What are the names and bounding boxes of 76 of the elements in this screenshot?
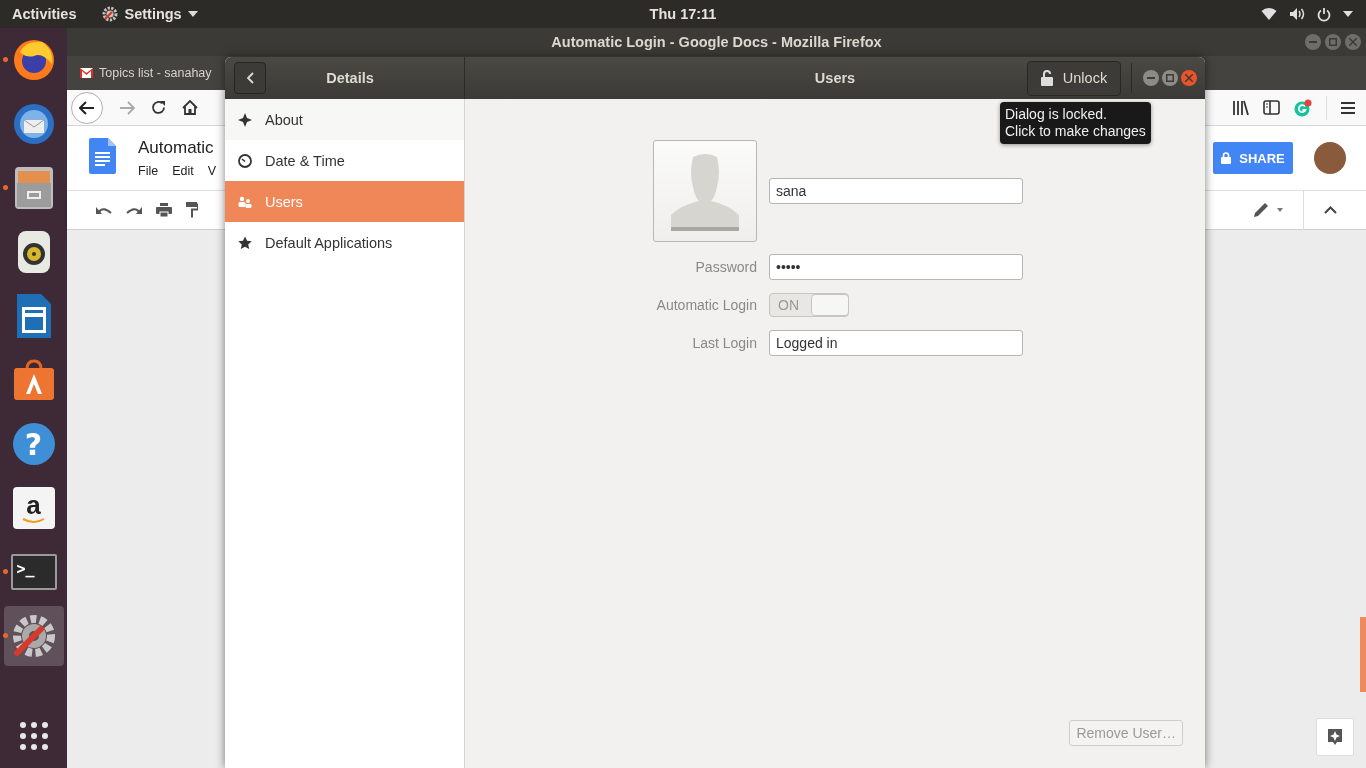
help-icon: ? — [12, 423, 55, 465]
text-field[interactable]: Logged in — [769, 330, 1023, 356]
paint-roller-icon[interactable] — [186, 202, 198, 218]
dock-item[interactable]: >_ — [3, 542, 64, 602]
gear-icon — [102, 6, 119, 22]
field-label: Password — [695, 259, 757, 275]
explore-button[interactable] — [1316, 718, 1354, 756]
document-icon[interactable] — [89, 138, 116, 174]
fox-globe-icon — [11, 38, 56, 82]
dock-item[interactable]: a — [3, 478, 64, 538]
sparkle-icon — [1327, 728, 1343, 746]
user-name-field[interactable]: sana — [769, 177, 1023, 204]
field-label: Automatic Login — [656, 297, 757, 313]
close-button[interactable] — [1181, 70, 1197, 86]
back-arrow-icon — [79, 100, 95, 115]
tooltip: Dialog is locked. Click to make changes — [1000, 102, 1151, 144]
back-button[interactable] — [234, 62, 266, 94]
chevron-up-icon[interactable] — [1324, 206, 1337, 214]
browser-tab[interactable]: Topics list - sanahay — [67, 66, 212, 80]
minimize-icon — [1147, 77, 1155, 79]
lock-icon — [1221, 152, 1232, 164]
chevron-left-icon — [246, 72, 254, 84]
speaker-icon — [16, 230, 51, 274]
panel-title: Details — [325, 70, 375, 86]
activities-button[interactable]: Activities — [6, 4, 83, 24]
redo-icon[interactable] — [126, 205, 142, 215]
sparkle-icon — [238, 112, 252, 127]
clock-icon — [238, 153, 252, 168]
app-menu[interactable]: Settings — [96, 4, 204, 24]
menu-item[interactable]: Edit — [172, 164, 194, 178]
document-icon — [15, 293, 52, 339]
dialog-title: Users — [814, 70, 856, 86]
gear-wrench-icon — [10, 613, 57, 659]
app-grid-icon[interactable] — [18, 721, 49, 751]
star-icon — [238, 235, 252, 250]
reload-icon[interactable] — [151, 100, 166, 115]
undo-icon[interactable] — [96, 205, 112, 215]
minimize-icon — [1309, 41, 1317, 43]
shopping-bag-icon — [12, 359, 55, 401]
padlock-icon — [1040, 70, 1053, 86]
maximize-icon — [1166, 74, 1174, 82]
share-button[interactable]: SHARE — [1213, 142, 1293, 174]
home-icon[interactable] — [182, 100, 198, 115]
caret-icon[interactable] — [1343, 11, 1353, 17]
menu-item[interactable]: File — [138, 164, 159, 178]
menu-icon[interactable] — [1341, 101, 1355, 114]
sidebar-item[interactable]: About — [225, 99, 464, 140]
menu-item[interactable]: V — [207, 164, 217, 178]
unlock-button[interactable]: Unlock — [1027, 60, 1121, 96]
library-icon[interactable] — [1232, 100, 1249, 115]
close-icon — [1185, 74, 1193, 82]
volume-icon[interactable] — [1289, 7, 1305, 21]
file-cabinet-icon — [13, 166, 54, 210]
grammar-extension-icon[interactable] — [1294, 98, 1312, 117]
document-title[interactable]: Automatic — [138, 138, 217, 158]
power-icon[interactable] — [1317, 6, 1331, 22]
caret-icon — [187, 11, 198, 17]
print-icon[interactable] — [156, 203, 172, 217]
field-label: Last Login — [692, 335, 757, 351]
minimize-button[interactable] — [1143, 70, 1159, 86]
pencil-icon[interactable] — [1253, 202, 1269, 218]
text-field[interactable]: ••••• — [769, 254, 1023, 280]
close-icon — [1349, 38, 1357, 46]
maximize-button[interactable] — [1162, 70, 1178, 86]
amazon-icon: a — [12, 487, 55, 529]
maximize-icon — [1329, 38, 1337, 46]
users-icon — [238, 195, 252, 208]
mail-icon — [80, 68, 93, 78]
sidebar-icon[interactable] — [1263, 100, 1280, 115]
window-title: Automatic Login - Google Docs - Mozilla Firefox — [551, 34, 882, 50]
avatar-photo-placeholder[interactable] — [1314, 142, 1346, 174]
terminal-icon: >_ — [10, 554, 57, 590]
mail-bird-icon — [11, 102, 56, 146]
wifi-icon[interactable] — [1261, 7, 1277, 21]
back-button[interactable] — [71, 91, 103, 124]
clock[interactable]: Thu 17:11 — [643, 4, 723, 24]
